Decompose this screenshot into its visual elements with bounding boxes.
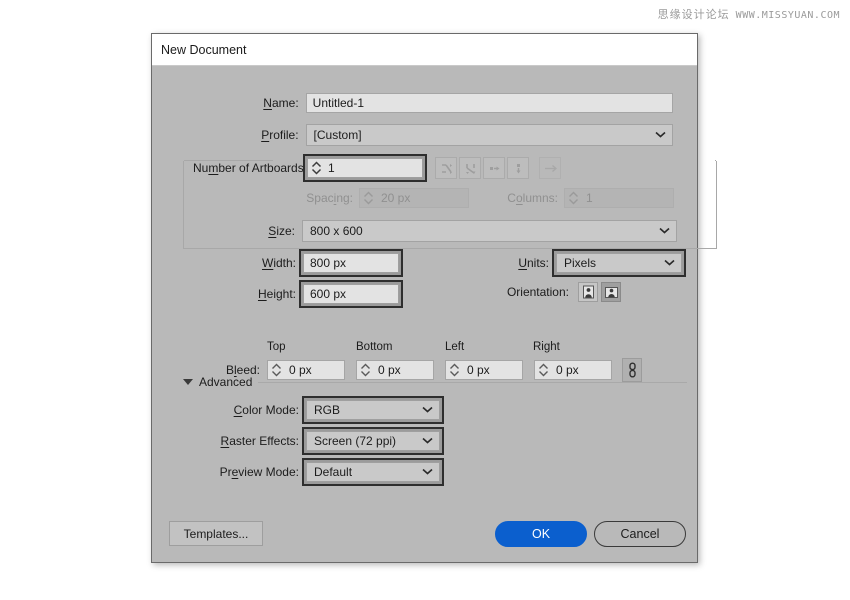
raster-effects-row: Raster Effects: Screen (72 ppi) (214, 427, 444, 455)
name-value: Untitled-1 (313, 96, 364, 110)
bleed-bottom-header: Bottom (356, 341, 392, 353)
name-label: Name: (253, 96, 299, 110)
artboards-spinner-arrows[interactable] (308, 161, 324, 175)
advanced-label: Advanced (199, 375, 252, 389)
artboards-value: 1 (324, 161, 335, 175)
height-value: 600 px (310, 287, 346, 301)
units-label: Units: (512, 256, 549, 270)
triangle-down-icon (183, 379, 193, 385)
chevron-down-icon (664, 259, 675, 268)
columns-label: Columns: (502, 191, 558, 205)
raster-effects-select[interactable]: Screen (72 ppi) (302, 427, 444, 455)
name-input[interactable]: Untitled-1 (306, 93, 673, 113)
templates-button-label: Templates... (184, 527, 249, 541)
chevron-down-icon (422, 468, 433, 477)
size-value: 800 x 600 (310, 224, 363, 238)
color-mode-value: RGB (314, 403, 340, 417)
right-to-left-arrow-icon-button[interactable] (539, 157, 561, 179)
name-row: Name: Untitled-1 (253, 93, 673, 113)
columns-row: Columns: 1 (502, 188, 674, 208)
units-combo[interactable]: Pixels (556, 253, 682, 273)
columns-input[interactable]: 1 (564, 188, 674, 208)
units-row: Units: Pixels (512, 249, 686, 277)
height-label: Height: (230, 287, 296, 301)
preview-mode-row: Preview Mode: Default (214, 458, 444, 486)
artboards-label: Number of Artboards: (193, 161, 299, 175)
width-input[interactable]: 800 px (299, 249, 403, 277)
color-mode-row: Color Mode: RGB (231, 396, 444, 424)
raster-effects-combo[interactable]: Screen (72 ppi) (306, 431, 440, 451)
new-document-dialog: New Document Name: Untitled-1 Profile: [… (151, 33, 698, 563)
portrait-orientation-icon-button[interactable] (578, 282, 598, 302)
height-input[interactable]: 600 px (299, 280, 403, 308)
cancel-button-label: Cancel (621, 527, 660, 541)
size-label: Size: (257, 224, 295, 238)
arrange-by-row-icon-button[interactable] (483, 157, 505, 179)
grid-by-column-icon-button[interactable] (459, 157, 481, 179)
profile-label: Profile: (253, 128, 299, 142)
height-row: Height: 600 px (230, 280, 403, 308)
orientation-buttons (578, 282, 624, 302)
artboards-row: Number of Artboards: 1 (193, 154, 563, 182)
ok-button[interactable]: OK (495, 521, 587, 547)
width-row: Width: 800 px (230, 249, 403, 277)
color-mode-label: Color Mode: (231, 403, 299, 417)
color-mode-select[interactable]: RGB (302, 396, 444, 424)
artboards-stepper[interactable]: 1 (303, 154, 427, 182)
dialog-title: New Document (161, 43, 246, 57)
width-value: 800 px (310, 256, 346, 270)
advanced-section-header[interactable]: Advanced (183, 375, 687, 389)
orientation-row: Orientation: (504, 282, 624, 302)
width-label: Width: (230, 256, 296, 270)
spacing-value: 20 px (376, 189, 468, 207)
bleed-top-header: Top (267, 341, 286, 353)
color-mode-combo[interactable]: RGB (306, 400, 440, 420)
cancel-button[interactable]: Cancel (594, 521, 686, 547)
ok-button-label: OK (532, 527, 550, 541)
chevron-down-icon (422, 406, 433, 415)
size-select[interactable]: 800 x 600 (302, 220, 677, 242)
units-select[interactable]: Pixels (552, 249, 686, 277)
advanced-divider (258, 382, 687, 383)
arrange-by-column-icon-button[interactable] (507, 157, 529, 179)
preview-mode-combo[interactable]: Default (306, 462, 440, 482)
chevron-down-icon (655, 131, 666, 140)
grid-by-row-icon-button[interactable] (435, 157, 457, 179)
columns-spinner-arrows[interactable] (565, 189, 581, 207)
spacing-label: Spacing: (297, 191, 353, 205)
spacing-row: Spacing: 20 px (297, 188, 469, 208)
raster-effects-label: Raster Effects: (214, 434, 299, 448)
chevron-down-icon (422, 437, 433, 446)
orientation-label: Orientation: (504, 285, 569, 299)
profile-row: Profile: [Custom] (253, 124, 673, 146)
templates-button[interactable]: Templates... (169, 521, 263, 546)
watermark-url: WWW.MISSYUAN.COM (736, 10, 840, 21)
dialog-titlebar: New Document (152, 34, 697, 66)
watermark-chinese-text: 思缘设计论坛 (658, 8, 730, 21)
chevron-down-icon (659, 227, 670, 236)
spacing-spinner-arrows[interactable] (360, 189, 376, 207)
profile-select[interactable]: [Custom] (306, 124, 673, 146)
bleed-left-header: Left (445, 341, 464, 353)
preview-mode-select[interactable]: Default (302, 458, 444, 486)
artboard-layout-buttons (435, 157, 563, 179)
site-watermark: 思缘设计论坛 WWW.MISSYUAN.COM (658, 6, 840, 22)
preview-mode-value: Default (314, 465, 352, 479)
dialog-body: Name: Untitled-1 Profile: [Custom] Numbe… (152, 66, 697, 563)
columns-value: 1 (581, 189, 673, 207)
units-value: Pixels (564, 256, 596, 270)
size-row: Size: 800 x 600 (257, 220, 677, 242)
profile-value: [Custom] (314, 128, 362, 142)
raster-effects-value: Screen (72 ppi) (314, 434, 396, 448)
preview-mode-label: Preview Mode: (214, 465, 299, 479)
spacing-input[interactable]: 20 px (359, 188, 469, 208)
landscape-orientation-icon-button[interactable] (601, 282, 621, 302)
bleed-right-header: Right (533, 341, 560, 353)
